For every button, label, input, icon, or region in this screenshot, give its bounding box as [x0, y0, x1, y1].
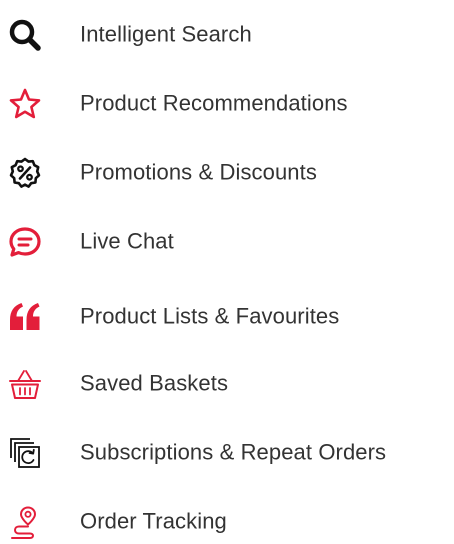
- feature-item-subscriptions-repeat-orders: Subscriptions & Repeat Orders: [0, 431, 454, 475]
- chat-bubble-icon: [8, 225, 42, 259]
- feature-item-order-tracking: Order Tracking: [0, 500, 454, 544]
- feature-item-intelligent-search: Intelligent Search: [0, 13, 454, 57]
- feature-item-promotions-discounts: Promotions & Discounts: [0, 151, 454, 195]
- feature-label: Promotions & Discounts: [80, 159, 317, 185]
- feature-label: Product Recommendations: [80, 90, 348, 116]
- quote-icon: [8, 300, 42, 334]
- feature-label: Product Lists & Favourites: [80, 303, 340, 329]
- feature-label: Saved Baskets: [80, 370, 229, 396]
- feature-label: Subscriptions & Repeat Orders: [80, 439, 387, 465]
- percent-badge-icon: [8, 156, 42, 190]
- feature-label: Order Tracking: [80, 508, 227, 534]
- basket-icon: [8, 367, 42, 401]
- star-icon: [8, 87, 42, 121]
- feature-item-product-lists-favourites: Product Lists & Favourites: [0, 295, 454, 339]
- feature-item-product-recommendations: Product Recommendations: [0, 82, 454, 126]
- feature-label: Live Chat: [80, 228, 174, 254]
- feature-list: Intelligent Search Product Recommendatio…: [0, 0, 454, 544]
- feature-item-saved-baskets: Saved Baskets: [0, 362, 454, 406]
- search-icon: [8, 18, 42, 52]
- location-route-icon: [8, 505, 42, 539]
- feature-label: Intelligent Search: [80, 21, 252, 47]
- feature-item-live-chat: Live Chat: [0, 220, 454, 264]
- repeat-copy-icon: [8, 436, 42, 470]
